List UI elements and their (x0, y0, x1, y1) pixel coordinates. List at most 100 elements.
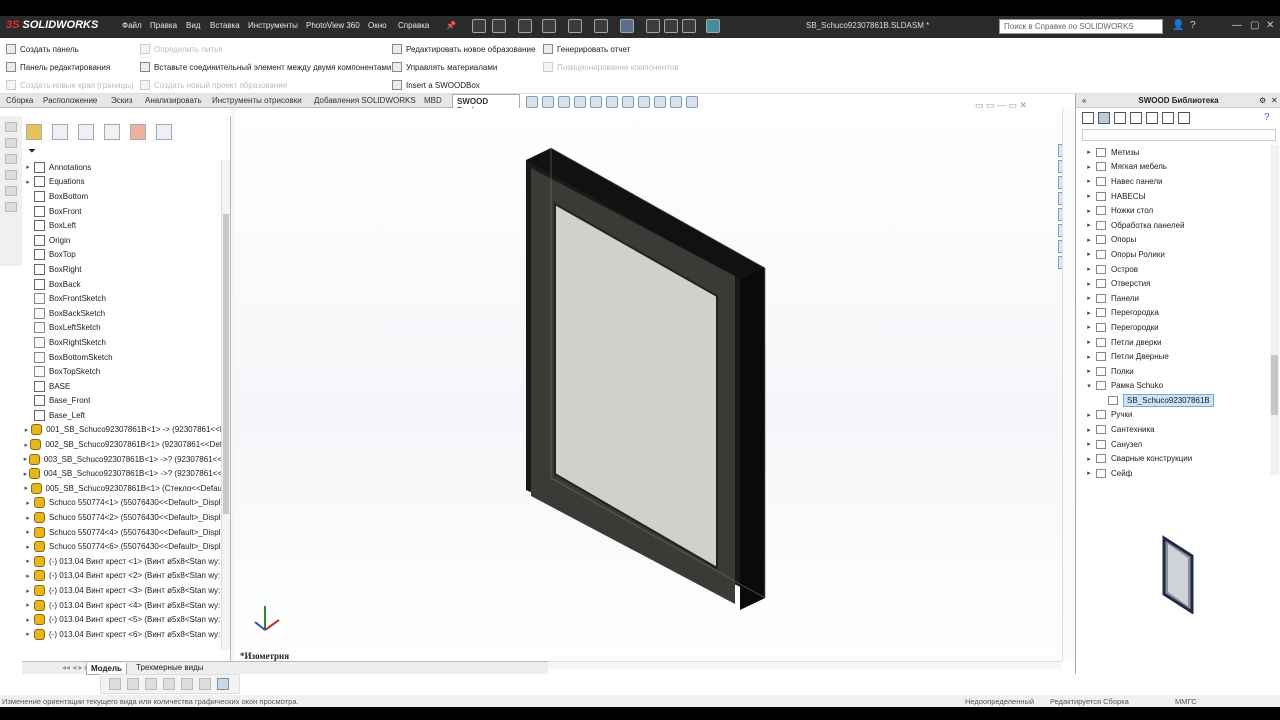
tool-icon-3[interactable] (5, 154, 17, 164)
tree-item[interactable]: Base_Left (22, 408, 222, 423)
dynamic-annotation-icon[interactable] (590, 96, 602, 108)
expand-arrow-icon[interactable]: ▸ (22, 528, 34, 536)
expand-arrow-icon[interactable]: ▸ (1082, 426, 1096, 434)
expand-arrow-icon[interactable]: ▸ (1082, 440, 1096, 448)
edit-new-shape-button[interactable]: Редактировать новое образование (392, 44, 535, 54)
options-gear-icon[interactable] (682, 19, 696, 33)
swood-icon[interactable] (706, 19, 720, 33)
expand-arrow-icon[interactable]: ▸ (1082, 280, 1096, 288)
tree-item[interactable]: ▸ 005_SB_Schuco92307861B<1> (Стекло<<Defa… (22, 481, 222, 496)
tree-item[interactable]: ▸ (-) 013.04 Винт крест <6> (Винт ø5x8<St… (22, 627, 222, 642)
new-project-button[interactable]: Создать новый проект образования (140, 80, 287, 90)
print-icon[interactable] (568, 19, 582, 33)
expand-arrow-icon[interactable]: ▸ (22, 616, 34, 624)
tree-item[interactable]: BoxBottomSketch (22, 350, 222, 365)
tree-item[interactable]: ▸ (-) 013.04 Винт крест <3> (Винт ø5x8<St… (22, 583, 222, 598)
menu-edit[interactable]: Правка (150, 21, 177, 30)
expand-arrow-icon[interactable]: ▸ (1082, 338, 1096, 346)
viewport-horizontal-scrollbar[interactable] (548, 661, 1062, 669)
tree-item[interactable]: ▸ (-) 013.04 Винт крест <1> (Винт ø5x8<St… (22, 554, 222, 569)
new-doc-icon[interactable] (492, 19, 506, 33)
tool-icon-1[interactable] (5, 122, 17, 132)
expand-arrow-icon[interactable]: ▸ (1082, 148, 1096, 156)
tab-swood-design[interactable]: SWOOD Design (452, 94, 520, 115)
library-item[interactable]: ▸ Обработка панелей (1082, 218, 1267, 233)
scene-icon[interactable] (670, 96, 682, 108)
section-view-icon[interactable] (574, 96, 586, 108)
tool-icon-2[interactable] (5, 138, 17, 148)
tree-item[interactable]: BoxFrontSketch (22, 291, 222, 306)
viewport-window-controls[interactable]: ▭ ▭ — ▭ ✕ (975, 100, 1027, 111)
library-item[interactable]: ▸ Опоры (1082, 233, 1267, 248)
tree-item[interactable]: ▸ Schuco 550774<2> (55076430<<Default>_Di… (22, 510, 222, 525)
expand-arrow-icon[interactable]: ▸ (22, 543, 34, 551)
create-edges-button[interactable]: Создать новые края (границы) (6, 80, 133, 90)
graphics-viewport[interactable]: ▭ ▭ — ▭ ✕ (235, 100, 1075, 661)
tree-item[interactable]: BASE (22, 379, 222, 394)
expand-arrow-icon[interactable]: ▸ (22, 484, 31, 492)
menu-help[interactable]: Справка (398, 21, 429, 30)
help-search-input[interactable]: Поиск в Справке по SOLIDWORKS (999, 19, 1163, 34)
hide-show-icon[interactable] (638, 96, 650, 108)
expand-arrow-icon[interactable]: ▸ (22, 426, 31, 434)
minimize-button[interactable]: — (1232, 20, 1242, 31)
bottom-tool-icon-6[interactable] (199, 678, 211, 690)
tab-analyze[interactable]: Анализировать (145, 96, 202, 105)
cam-tab-icon[interactable] (156, 124, 172, 140)
tab-addins[interactable]: Добавления SOLIDWORKS (314, 96, 416, 105)
tree-item[interactable]: BoxLeft (22, 218, 222, 233)
library-scrollbar[interactable] (1270, 145, 1279, 475)
expand-arrow-icon[interactable]: ▸ (1082, 353, 1096, 361)
display-manager-tab-icon[interactable] (130, 124, 146, 140)
maximize-button[interactable]: ▢ (1250, 20, 1259, 31)
tree-item[interactable]: Base_Front (22, 394, 222, 409)
filter-icon[interactable]: ⏷ (28, 146, 36, 157)
library-item[interactable]: ▸ Опоры Ролики (1082, 247, 1267, 262)
library-view-icon-7[interactable] (1178, 112, 1190, 124)
tree-item[interactable]: BoxRightSketch (22, 335, 222, 350)
position-components-button[interactable]: Позиционирование компонентов (543, 62, 679, 72)
tree-item[interactable]: ▸ Annotations (22, 160, 222, 175)
library-item[interactable]: ▸ Остров (1082, 262, 1267, 277)
tool-icon-5[interactable] (5, 186, 17, 196)
expand-arrow-icon[interactable]: ▸ (22, 601, 34, 609)
library-item[interactable]: ▸ Петли Дверные (1082, 349, 1267, 364)
status-units[interactable]: ММГС (1175, 697, 1197, 706)
tree-item[interactable]: BoxTop (22, 248, 222, 263)
undo-icon[interactable] (594, 19, 608, 33)
expand-arrow-icon[interactable]: ▸ (22, 163, 34, 171)
library-item[interactable]: ▸ НАВЕСЫ (1082, 189, 1267, 204)
generate-report-button[interactable]: Генерировать отчет (543, 44, 630, 54)
menu-tools[interactable]: Инструменты (248, 21, 298, 30)
zoom-fit-icon[interactable] (526, 96, 538, 108)
library-view-icon-3[interactable] (1114, 112, 1126, 124)
insert-connector-button[interactable]: Вставьте соединительный элемент между дв… (140, 62, 391, 72)
library-item[interactable]: ▸ Мягкая мебель (1082, 160, 1267, 175)
library-item[interactable]: ▸ Метизы (1082, 145, 1267, 160)
expand-arrow-icon[interactable]: ▸ (1082, 163, 1096, 171)
library-item[interactable]: ▸ Перегородки (1082, 320, 1267, 335)
library-item[interactable]: ▸ Отверстия (1082, 276, 1267, 291)
expand-arrow-icon[interactable]: ▸ (1082, 367, 1096, 375)
panel-close-icon[interactable]: ✕ (1271, 96, 1278, 105)
library-view-icon-1[interactable] (1082, 112, 1094, 124)
pin-icon[interactable]: 📌 (446, 21, 456, 30)
tree-item[interactable]: ▸ (-) 013.04 Винт крест <4> (Винт ø5x8<St… (22, 598, 222, 613)
tree-item[interactable]: BoxRight (22, 262, 222, 277)
expand-arrow-icon[interactable]: ▸ (1082, 250, 1096, 258)
tree-item[interactable]: BoxBackSketch (22, 306, 222, 321)
define-casting-button[interactable]: Определить литья (140, 44, 223, 54)
expand-arrow-icon[interactable]: ▸ (22, 557, 34, 565)
viewport-vertical-scrollbar[interactable] (1062, 108, 1074, 661)
library-item[interactable]: ▸ Сварные конструкции (1082, 451, 1267, 466)
expand-arrow-icon[interactable]: ▸ (22, 470, 29, 478)
tree-item[interactable]: ▸ 003_SB_Schuco92307861B<1> ->? (92307861… (22, 452, 222, 467)
scroll-thumb[interactable] (223, 214, 229, 514)
rebuild-icon[interactable] (646, 19, 660, 33)
select-icon[interactable] (620, 19, 634, 33)
feature-tree-scrollbar[interactable] (221, 160, 230, 650)
tree-item[interactable]: Origin (22, 233, 222, 248)
expand-arrow-icon[interactable]: ▸ (22, 587, 34, 595)
tree-item[interactable]: BoxFront (22, 204, 222, 219)
library-item[interactable]: ▸ Ножки стол (1082, 203, 1267, 218)
